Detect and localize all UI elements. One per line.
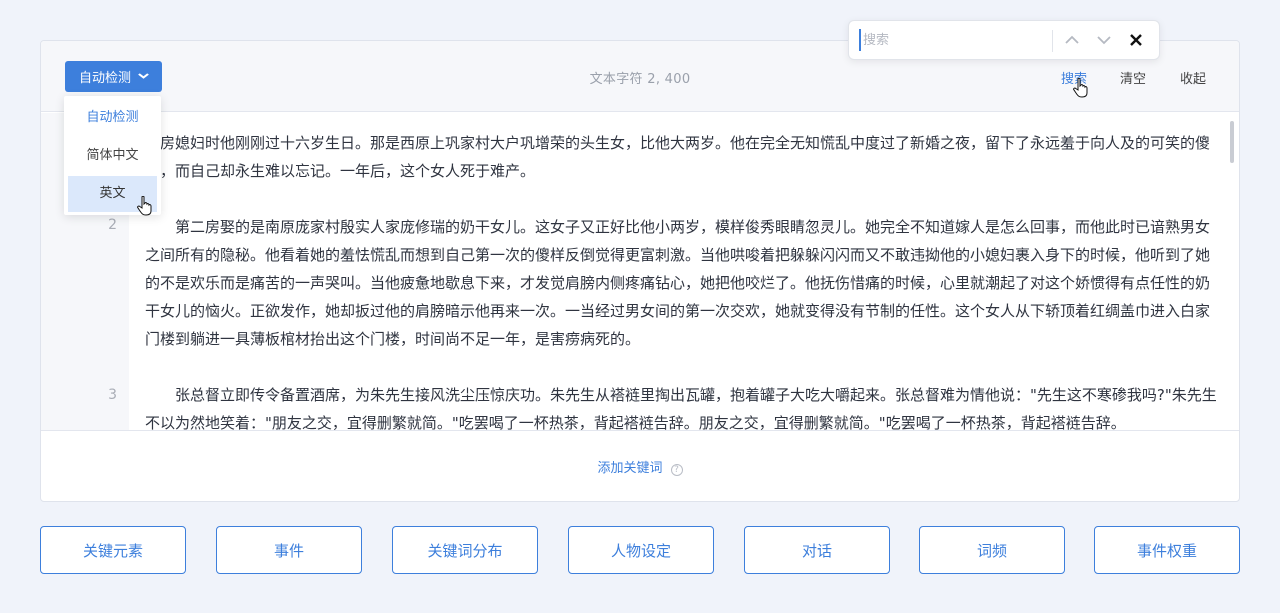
line-number: 2	[108, 217, 117, 233]
text-editor[interactable]: 1 头房媳妇时他刚刚过十六岁生日。那是西原上巩家村大户巩增荣的头生女，比他大两岁…	[41, 113, 1239, 431]
collapse-link[interactable]: 收起	[1180, 68, 1206, 87]
paragraph: 第二房娶的是南原庞家村殷实人家庞修瑞的奶干女儿。这女子又正好比他小两岁，模样俊秀…	[145, 218, 1211, 348]
text-caret	[859, 29, 861, 51]
add-keyword-row: 添加关键词?	[41, 457, 1239, 476]
event-weight-button[interactable]: 事件权重	[1094, 526, 1240, 574]
events-button[interactable]: 事件	[216, 526, 362, 574]
scrollbar-thumb[interactable]	[1230, 121, 1234, 163]
char-count: 文本字符 2, 400	[589, 72, 691, 87]
word-frequency-button[interactable]: 词频	[919, 526, 1065, 574]
keyword-distribution-button[interactable]: 关键词分布	[392, 526, 538, 574]
clear-link[interactable]: 清空	[1120, 68, 1146, 87]
search-divider	[1052, 30, 1053, 52]
add-keyword-link[interactable]: 添加关键词	[597, 461, 662, 476]
dialogue-button[interactable]: 对话	[744, 526, 890, 574]
line-number: 3	[108, 387, 117, 403]
hand-cursor-icon	[137, 195, 153, 216]
search-input[interactable]	[863, 27, 1049, 53]
character-setting-button[interactable]: 人物设定	[568, 526, 714, 574]
dropdown-option-simplified-chinese[interactable]: 简体中文	[68, 138, 157, 174]
scrollbar[interactable]	[1225, 113, 1239, 430]
key-elements-button[interactable]: 关键元素	[40, 526, 186, 574]
search-popup	[848, 20, 1160, 60]
close-icon[interactable]	[1127, 31, 1145, 49]
help-icon[interactable]: ?	[670, 464, 683, 476]
chevron-down-icon[interactable]	[1095, 31, 1113, 49]
paragraph: 张总督立即传令备置酒席，为朱先生接风洗尘压惊庆功。朱先生从褡裢里掏出瓦罐，抱着罐…	[145, 386, 1217, 431]
hand-cursor-icon	[1073, 77, 1089, 98]
chevron-up-icon[interactable]	[1063, 31, 1081, 49]
paragraph: 头房媳妇时他刚刚过十六岁生日。那是西原上巩家村大户巩增荣的头生女，比他大两岁。他…	[145, 134, 1211, 180]
text-editor-panel: 自动检测 文本字符 2, 400 搜索 清空 收起 1 头房媳妇时他刚刚过十六岁…	[40, 40, 1240, 502]
dropdown-option-auto-detect[interactable]: 自动检测	[68, 100, 157, 136]
